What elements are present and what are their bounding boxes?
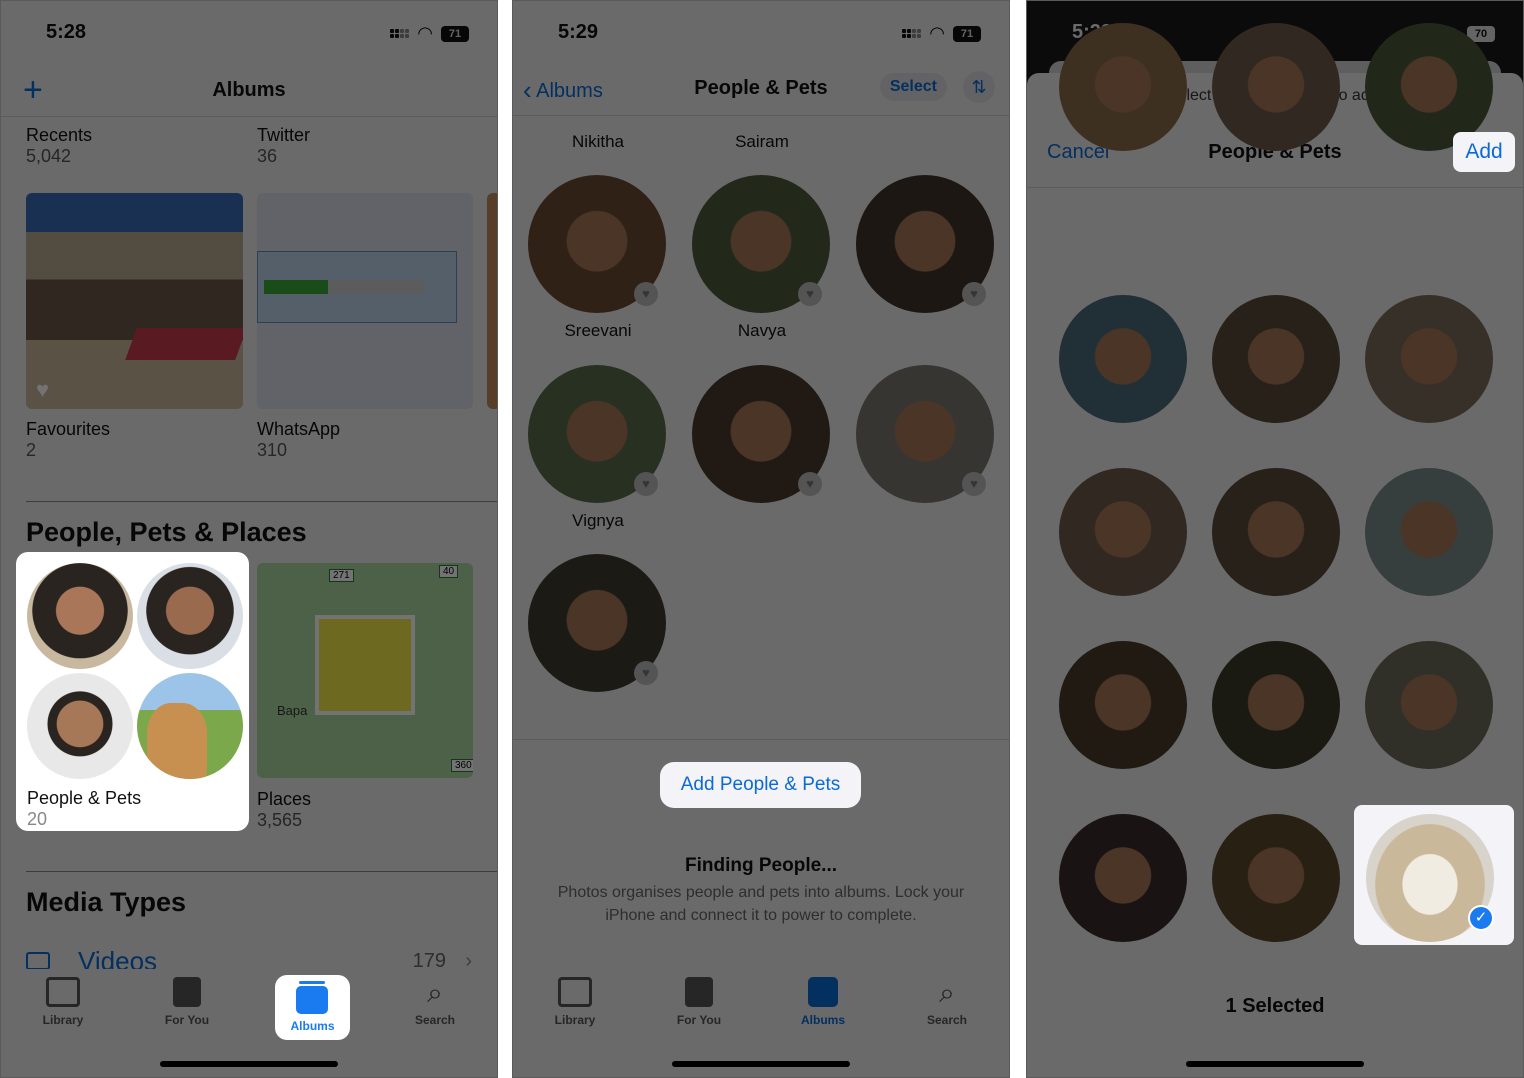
finding-people-title: Finding People...	[685, 855, 837, 876]
photo-library-icon	[558, 977, 592, 1007]
finding-people-description: Photos organises people and pets into al…	[557, 884, 965, 924]
add-button[interactable]: Add	[1453, 132, 1515, 172]
sort-arrows-icon[interactable]: ⇅	[963, 71, 995, 103]
people-pets-album[interactable]: People & Pets 20	[16, 552, 249, 831]
tab-bar: Library For You Albums ⌕ Search	[513, 969, 1009, 1039]
nav-bar: ‹ Albums People & Pets Select ⇅	[513, 63, 1009, 113]
album-whatsapp[interactable]: WhatsApp 310	[257, 419, 340, 461]
selected-pet-item[interactable]: ✓	[1354, 805, 1514, 945]
select-button[interactable]: Select	[879, 73, 947, 101]
person-thumbnail[interactable]	[1059, 23, 1187, 151]
album-favourites[interactable]: Favourites 2	[26, 419, 110, 461]
section-title-people: People, Pets & Places	[26, 517, 307, 547]
person-thumbnail[interactable]	[1212, 468, 1340, 596]
album-places[interactable]: Places 3,565	[257, 789, 311, 831]
road-sign: 271	[329, 569, 354, 582]
favorite-heart-icon[interactable]: ♥	[962, 282, 986, 306]
person-thumbnail[interactable]	[1365, 468, 1493, 596]
tab-library[interactable]: Library	[13, 969, 113, 1039]
road-sign: 360	[451, 759, 473, 772]
favorite-heart-icon[interactable]: ♥	[798, 282, 822, 306]
tab-bar: Library For You ⌕ Search	[1, 969, 497, 1039]
album-recents[interactable]: Recents 5,042	[26, 125, 92, 167]
battery-icon: 71	[953, 25, 981, 42]
heart-icon: ♥	[36, 377, 50, 402]
favorite-heart-icon[interactable]: ♥	[962, 472, 986, 496]
person-thumbnail[interactable]	[1365, 641, 1493, 769]
chevron-left-icon: ‹	[523, 75, 532, 105]
person-thumbnail[interactable]	[1212, 814, 1340, 942]
for-you-icon	[685, 977, 713, 1007]
status-time: 5:29	[558, 21, 599, 43]
person-name: Navya	[737, 321, 787, 340]
whatsapp-thumbnail[interactable]	[257, 193, 473, 409]
tab-for-you[interactable]: For You	[649, 969, 749, 1039]
tab-for-you[interactable]: For You	[137, 969, 237, 1039]
pet-thumbnail	[137, 673, 243, 779]
person-thumbnail[interactable]	[1059, 814, 1187, 942]
video-camera-icon	[26, 952, 50, 970]
person-thumbnail[interactable]	[1059, 641, 1187, 769]
status-time: 5:28	[46, 21, 87, 43]
add-people-sheet-screen: 5:29 ◠ 70 Select people and pets to add.…	[1026, 0, 1524, 1078]
people-pets-screen: 5:29 ◠ 71 ‹ Albums People & Pets Select …	[512, 0, 1010, 1078]
tab-search[interactable]: ⌕ Search	[385, 969, 485, 1039]
plus-icon[interactable]: +	[23, 71, 43, 110]
wifi-icon: ◠	[929, 23, 945, 43]
person-thumbnail[interactable]	[1212, 641, 1340, 769]
person-name: Sreevani	[564, 321, 632, 340]
person-thumbnail	[137, 563, 243, 669]
person-name: Nikitha	[572, 132, 624, 151]
tab-albums[interactable]: Albums	[773, 969, 873, 1039]
home-indicator	[672, 1061, 850, 1067]
person-thumbnail[interactable]	[1212, 295, 1340, 423]
photo-library-icon	[46, 977, 80, 1007]
road-sign: 40	[439, 565, 459, 578]
signal-icon	[902, 29, 922, 38]
favorite-heart-icon[interactable]: ♥	[634, 661, 658, 685]
home-indicator	[1186, 1061, 1364, 1067]
back-button[interactable]: ‹ Albums	[523, 75, 603, 106]
person-thumbnail[interactable]	[1212, 23, 1340, 151]
person-name: Sairam	[735, 132, 789, 151]
person-name: Vignya	[572, 511, 624, 530]
status-bar: 5:28 ◠ 71	[1, 21, 497, 45]
battery-icon: 71	[441, 25, 469, 42]
search-icon: ⌕	[939, 977, 955, 1008]
person-thumbnail[interactable]	[1059, 468, 1187, 596]
nav-bar: + Albums	[1, 65, 497, 115]
search-icon: ⌕	[427, 977, 443, 1008]
album-twitter[interactable]: Twitter 36	[257, 125, 310, 167]
wifi-icon: ◠	[417, 23, 433, 43]
favorite-heart-icon[interactable]: ♥	[798, 472, 822, 496]
partial-album-thumbnail	[487, 193, 497, 409]
albums-icon	[296, 986, 328, 1014]
tab-library[interactable]: Library	[525, 969, 625, 1039]
status-bar: 5:29 ◠ 71	[513, 21, 1009, 45]
tab-albums-highlight[interactable]: Albums	[275, 975, 350, 1040]
map-label: Bapa	[277, 703, 308, 718]
tab-search[interactable]: ⌕ Search	[897, 969, 997, 1039]
albums-icon	[808, 977, 838, 1007]
add-people-pets-button[interactable]: Add People & Pets	[660, 762, 861, 808]
person-thumbnail[interactable]	[1059, 295, 1187, 423]
person-thumbnail	[27, 673, 133, 779]
selected-count: 1 Selected	[1225, 995, 1325, 1017]
home-indicator	[160, 1061, 338, 1067]
places-thumbnail[interactable]: Bapa 271 40 360	[257, 563, 473, 778]
albums-screen: 5:28 ◠ 71 + Albums Recents 5,042 Twitter…	[0, 0, 498, 1078]
favorite-heart-icon[interactable]: ♥	[634, 472, 658, 496]
page-title: Albums	[212, 78, 286, 101]
section-title-media: Media Types	[26, 887, 187, 917]
for-you-icon	[173, 977, 201, 1007]
person-thumbnail	[27, 563, 133, 669]
favorite-heart-icon[interactable]: ♥	[634, 282, 658, 306]
checkmark-icon: ✓	[1468, 905, 1494, 931]
person-thumbnail[interactable]	[1365, 295, 1493, 423]
favourites-thumbnail[interactable]: ♥	[26, 193, 243, 409]
signal-icon	[390, 29, 410, 38]
page-title: People & Pets	[694, 76, 828, 99]
